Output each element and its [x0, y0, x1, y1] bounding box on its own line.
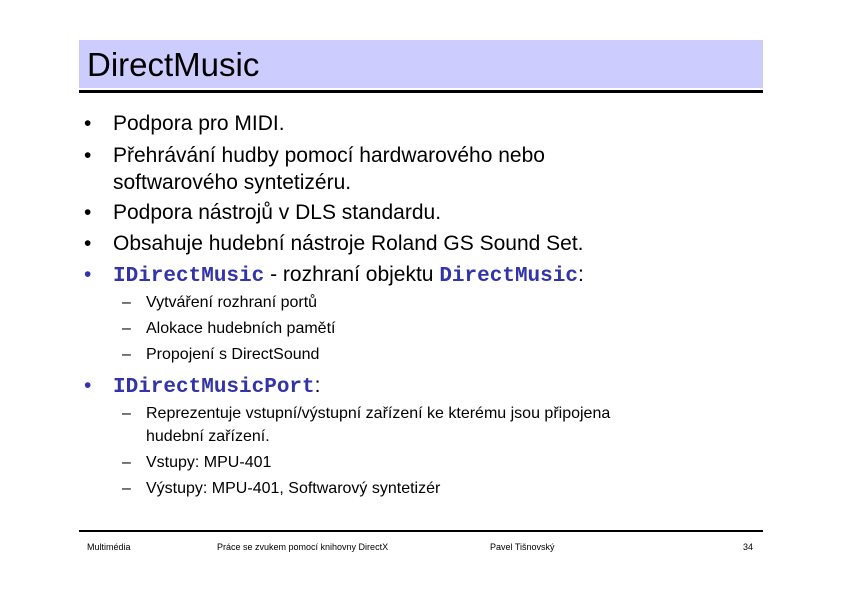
dash-glyph: –: [122, 480, 131, 497]
sub-item-text: Vstupy: MPU-401: [146, 454, 272, 471]
bullet-text-suffix: :: [577, 263, 584, 286]
bullet-text: softwarového syntetizéru.: [113, 171, 352, 194]
bullet-glyph: •: [84, 374, 92, 397]
bullet-text-middle: - rozhraní objektu: [264, 263, 440, 286]
bullet-text: Podpora nástrojů v DLS standardu.: [113, 201, 442, 224]
title-divider: [79, 90, 763, 93]
bullet-glyph: •: [84, 112, 92, 135]
footer-author: Pavel Tišnovský: [490, 542, 555, 552]
footer-lecture-title: Práce se zvukem pomocí knihovny DirectX: [217, 542, 389, 552]
dash-glyph: –: [122, 294, 131, 311]
interface-name: IDirectMusic: [113, 265, 265, 288]
dash-glyph: –: [122, 320, 131, 337]
bullet-glyph: •: [84, 144, 92, 167]
interface-name: IDirectMusicPort: [113, 376, 315, 399]
sub-item-text: Propojení s DirectSound: [146, 346, 320, 363]
bullet-text-suffix: :: [314, 374, 321, 397]
bullet-glyph: •: [84, 232, 92, 255]
sub-item-text: Výstupy: MPU-401, Softwarový syntetizér: [146, 480, 441, 497]
footer-course: Multimédia: [87, 542, 131, 552]
bullet-text: IDirectMusic - rozhraní objektu DirectMu…: [113, 261, 584, 290]
sub-item-text: hudební zařízení.: [146, 428, 270, 445]
sub-item-text: Alokace hudebních pamětí: [146, 320, 336, 337]
sub-item-text: Vytváření rozhraní portů: [146, 294, 318, 311]
footer-divider: [79, 530, 763, 532]
dash-glyph: –: [122, 405, 131, 422]
bullet-glyph: •: [84, 263, 92, 286]
bullet-text: IDirectMusicPort:: [113, 372, 320, 401]
slide-title: DirectMusic: [87, 46, 260, 83]
bullet-text: Přehrávání hudby pomocí hardwarového neb…: [113, 144, 545, 167]
sub-item-text: Reprezentuje vstupní/výstupní zařízení k…: [146, 405, 611, 422]
bullet-text: Podpora pro MIDI.: [113, 112, 285, 135]
dash-glyph: –: [122, 346, 131, 363]
bullet-glyph: •: [84, 201, 92, 224]
object-name: DirectMusic: [439, 265, 578, 288]
page-number: 34: [743, 542, 754, 552]
bullet-text: Obsahuje hudební nástroje Roland GS Soun…: [113, 232, 584, 255]
dash-glyph: –: [122, 454, 131, 471]
